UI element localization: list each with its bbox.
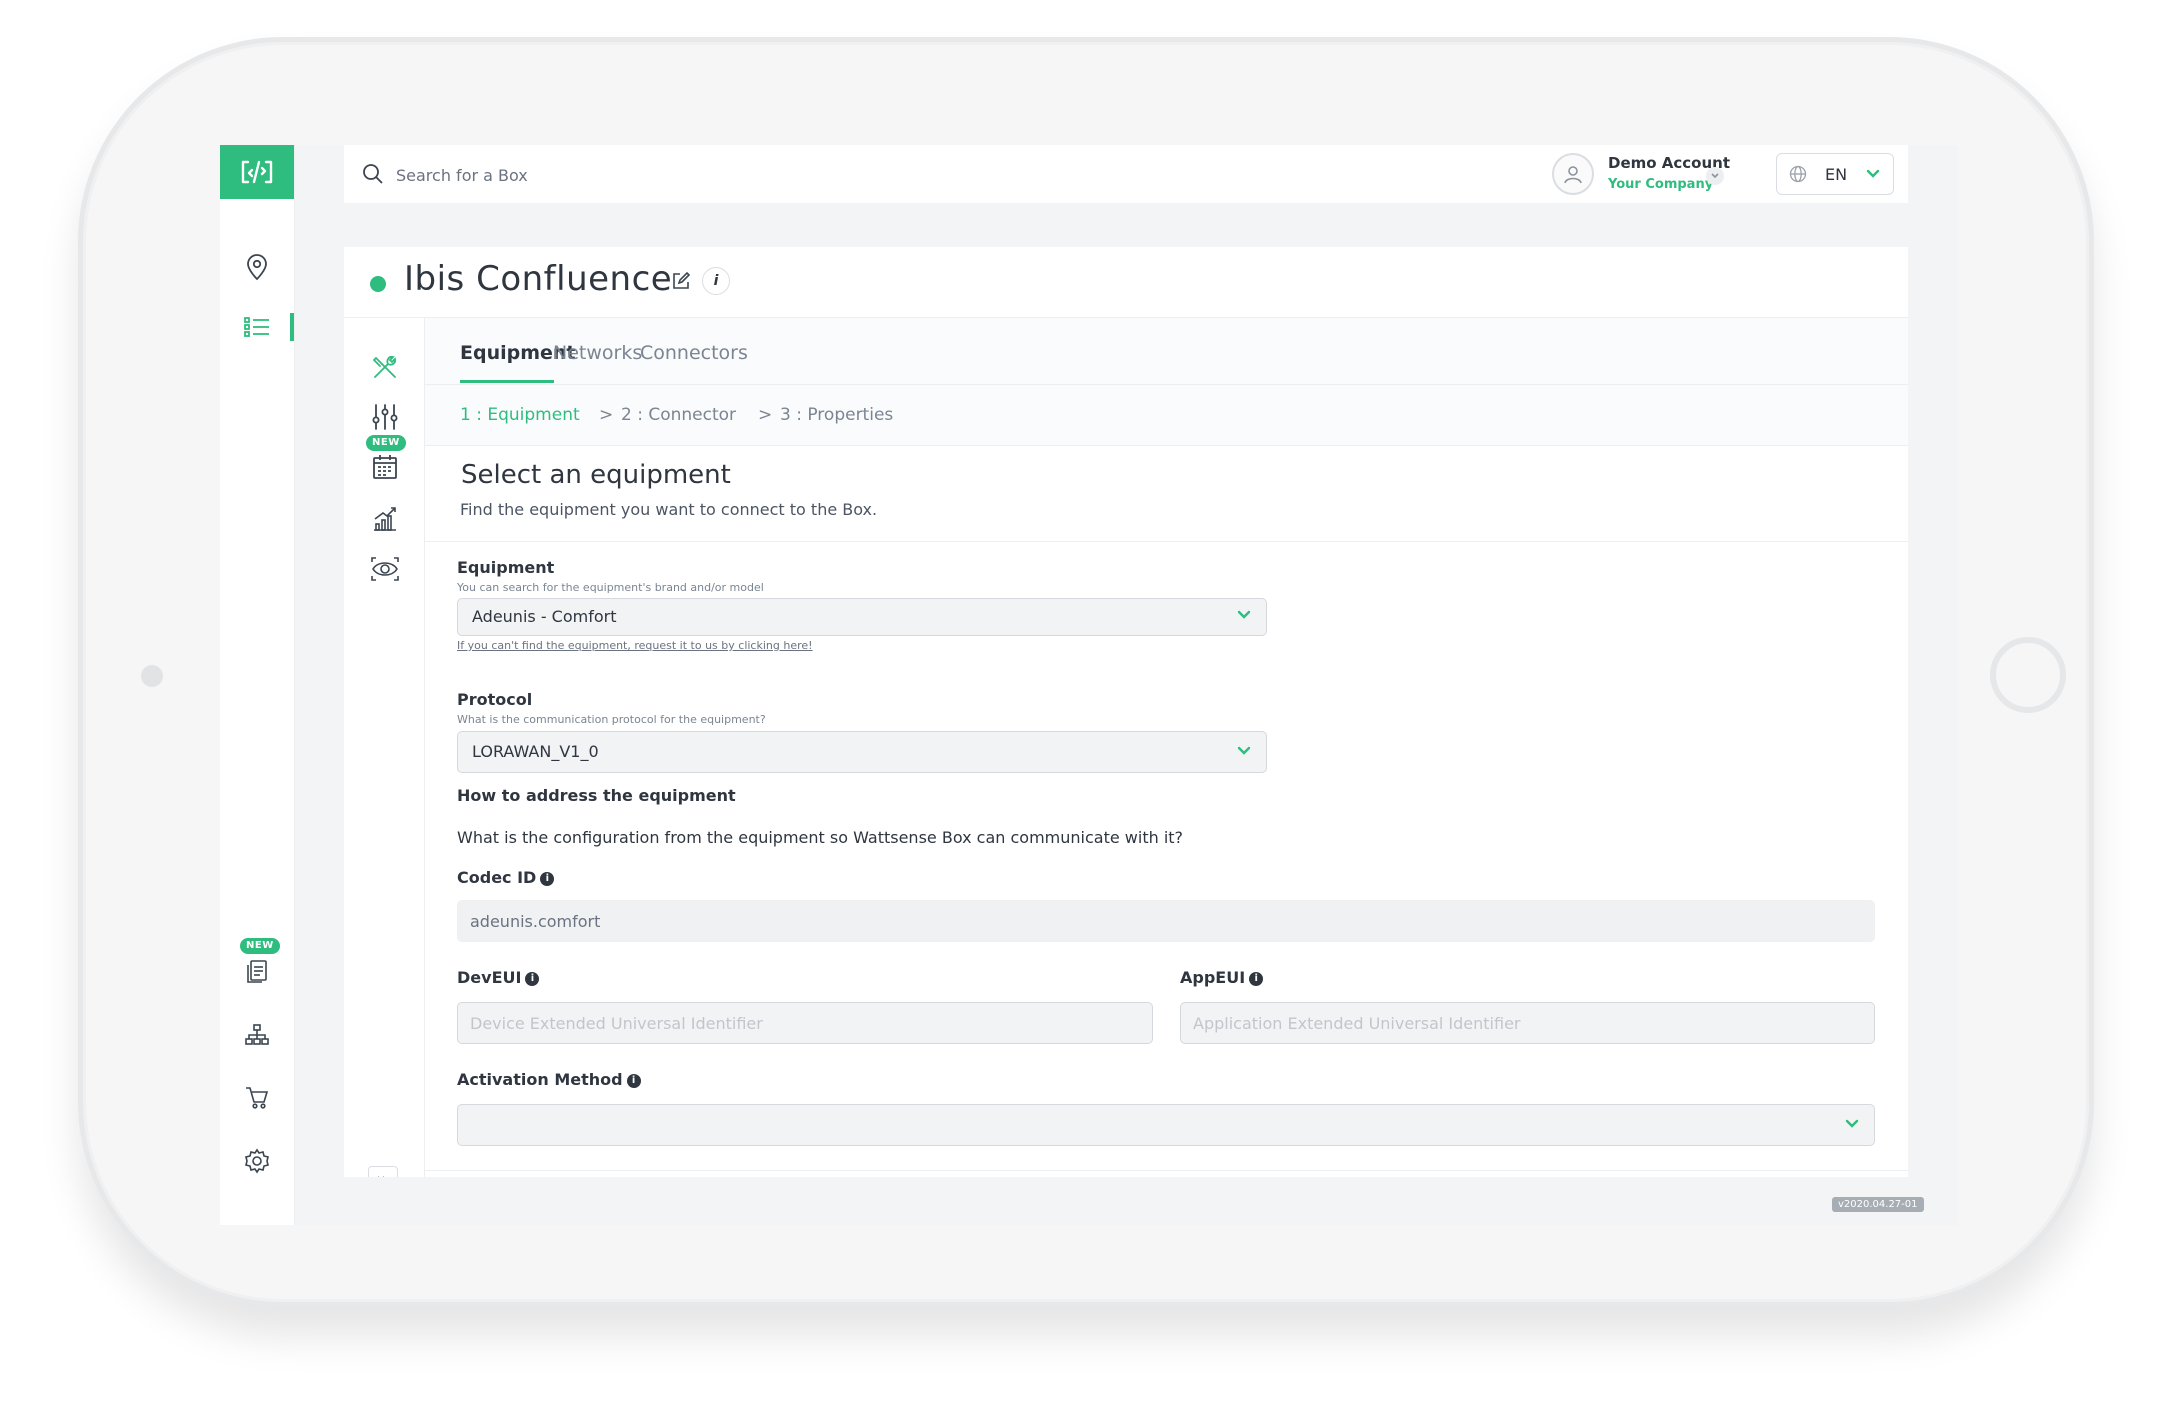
equipment-hint: You can search for the equipment's brand… — [457, 581, 764, 594]
appeui-label: AppEUI i — [1180, 968, 1264, 987]
version-badge: v2020.04.27-01 — [1832, 1197, 1924, 1212]
edit-icon[interactable] — [671, 271, 691, 295]
settings-gear-icon[interactable] — [241, 1145, 273, 1177]
info-icon[interactable]: i — [525, 971, 540, 986]
info-icon[interactable]: i — [1249, 971, 1264, 986]
step-separator: > — [758, 405, 773, 425]
chevron-down-icon — [1866, 169, 1880, 178]
tools-icon[interactable] — [368, 350, 402, 384]
activation-method-label-text: Activation Method — [457, 1070, 623, 1089]
avatar[interactable] — [1552, 153, 1594, 195]
main-sidebar: NEW — [220, 145, 295, 1225]
app-screen: NEW Search for a Box Demo Account Your C… — [220, 145, 1958, 1225]
screen-bottom-area — [344, 1177, 1958, 1225]
protocol-label: Protocol — [457, 690, 533, 709]
info-icon[interactable]: i — [626, 1073, 641, 1088]
protocol-value: LORAWAN_V1_0 — [472, 742, 599, 761]
deveui-input[interactable] — [458, 1003, 1152, 1043]
activation-method-label: Activation Method i — [457, 1070, 641, 1089]
protocol-select[interactable]: LORAWAN_V1_0 — [457, 731, 1267, 773]
protocol-hint: What is the communication protocol for t… — [457, 713, 766, 726]
breadcrumb: 1 : Equipment > 2 : Connector > 3 : Prop… — [425, 385, 1908, 446]
tablet-home-button — [1990, 637, 2066, 713]
request-equipment-link[interactable]: If you can't find the equipment, request… — [457, 639, 813, 652]
deveui-label-text: DevEUI — [457, 968, 522, 987]
deveui-field[interactable] — [457, 1002, 1153, 1044]
appeui-label-text: AppEUI — [1180, 968, 1246, 987]
search-icon — [362, 163, 384, 189]
step-equipment[interactable]: 1 : Equipment — [460, 405, 580, 425]
tab-bar: Equipment Networks Connectors — [425, 318, 1908, 385]
sliders-icon[interactable] — [368, 400, 402, 434]
equipment-value: Adeunis - Comfort — [472, 607, 617, 626]
content-panel: Equipment Networks Connectors 1 : Equipm… — [425, 318, 1958, 1225]
language-selector[interactable]: EN — [1776, 153, 1894, 195]
box-header: Ibis Confluence i — [344, 247, 1908, 318]
active-tab-indicator — [460, 380, 554, 383]
eye-icon[interactable] — [368, 552, 402, 586]
form-footer-divider — [425, 1170, 1908, 1171]
status-indicator — [370, 276, 386, 292]
codec-id-input — [458, 901, 1874, 941]
codec-id-label-text: Codec ID — [457, 868, 537, 887]
address-description: What is the configuration from the equip… — [457, 828, 1184, 847]
account-company: Your Company — [1608, 177, 1714, 192]
app-logo[interactable] — [220, 145, 294, 199]
appeui-field[interactable] — [1180, 1002, 1875, 1044]
appeui-input[interactable] — [1181, 1003, 1874, 1043]
address-title: How to address the equipment — [457, 786, 736, 805]
tablet-camera — [141, 665, 163, 687]
map-pin-icon[interactable] — [241, 251, 273, 283]
language-label: EN — [1825, 165, 1848, 184]
network-hierarchy-icon[interactable] — [241, 1019, 273, 1051]
step-properties[interactable]: 3 : Properties — [780, 405, 893, 425]
activation-method-select[interactable] — [457, 1104, 1875, 1146]
deveui-label: DevEUI i — [457, 968, 540, 987]
step-connector[interactable]: 2 : Connector — [621, 405, 736, 425]
top-bar: Demo Account Your Company EN — [344, 145, 1908, 203]
tab-networks[interactable]: Networks — [553, 342, 642, 364]
new-badge: NEW — [366, 435, 406, 451]
chevron-down-icon — [1845, 1119, 1859, 1128]
globe-icon — [1789, 165, 1807, 183]
calendar-icon[interactable] — [368, 450, 402, 484]
logo-icon — [241, 160, 273, 184]
box-sidebar: NEW — [344, 318, 425, 1225]
page-title: Ibis Confluence — [404, 259, 673, 299]
codec-id-label: Codec ID i — [457, 868, 555, 887]
box-card: Ibis Confluence i NEW Equipment Networks… — [344, 247, 1958, 1225]
section-title: Select an equipment — [461, 460, 731, 490]
section-subtitle: Find the equipment you want to connect t… — [460, 500, 878, 519]
sidebar-active-indicator — [290, 313, 294, 341]
equipment-label: Equipment — [457, 558, 555, 577]
info-button[interactable]: i — [702, 267, 730, 295]
list-icon[interactable] — [241, 311, 273, 343]
analytics-chart-icon[interactable] — [368, 502, 402, 536]
tab-connectors[interactable]: Connectors — [640, 342, 748, 364]
chevron-down-icon — [1237, 746, 1251, 755]
equipment-select[interactable]: Adeunis - Comfort — [457, 598, 1267, 636]
new-badge: NEW — [240, 938, 280, 954]
step-separator: > — [599, 405, 614, 425]
user-icon — [1564, 166, 1582, 184]
search-input[interactable] — [394, 161, 998, 189]
codec-id-field — [457, 900, 1875, 942]
documents-icon[interactable] — [241, 955, 273, 987]
account-menu-chevron-icon[interactable] — [1706, 167, 1724, 185]
chevron-down-icon — [1237, 610, 1251, 619]
info-icon[interactable]: i — [540, 871, 555, 886]
equipment-form: Select an equipment Find the equipment y… — [425, 446, 1958, 1225]
section-header: Select an equipment Find the equipment y… — [425, 446, 1908, 542]
cart-icon[interactable] — [241, 1081, 273, 1113]
